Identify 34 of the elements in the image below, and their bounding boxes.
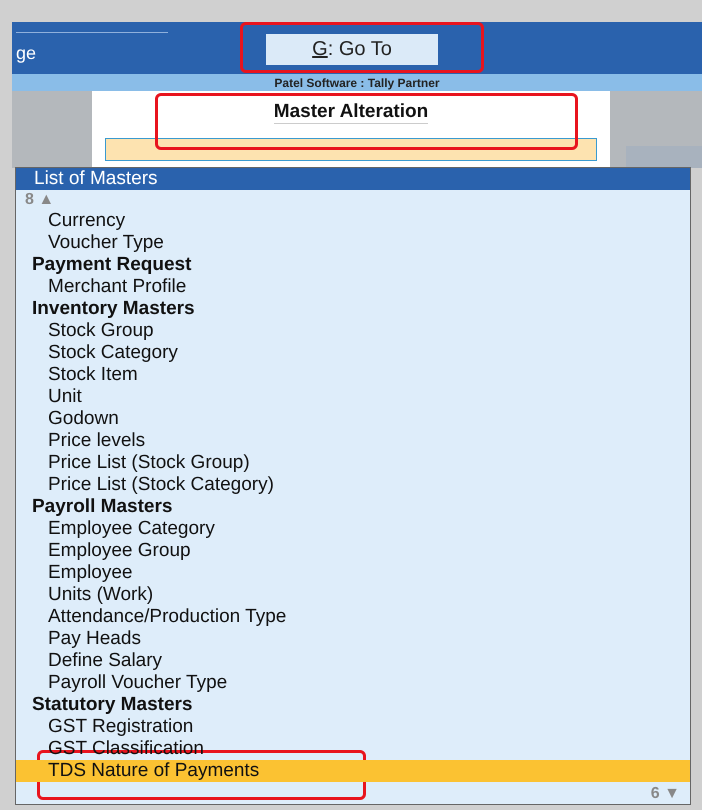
list-item[interactable]: Price List (Stock Group) xyxy=(16,452,690,474)
list-group-heading: Inventory Masters xyxy=(31,298,196,320)
goto-button[interactable]: G: Go To xyxy=(266,34,438,64)
list-group-heading: Statutory Masters xyxy=(31,694,194,716)
list-item[interactable]: Stock Item xyxy=(16,364,690,386)
list-group-heading: Payroll Masters xyxy=(31,496,174,518)
list-title: List of Masters xyxy=(16,168,690,190)
list-item[interactable]: Define Salary xyxy=(16,650,690,672)
list-item[interactable]: Voucher Type xyxy=(16,232,690,254)
menu-text: ge xyxy=(16,43,38,64)
list-item[interactable]: TDS Nature of Payments xyxy=(16,760,690,782)
list-item[interactable]: Stock Group xyxy=(16,320,690,342)
scroll-down-icon: ▼ xyxy=(664,785,680,802)
list-group-heading: Payment Request xyxy=(31,254,192,276)
scroll-up-icon: ▲ xyxy=(38,191,54,208)
list-item[interactable]: Merchant Profile xyxy=(16,276,690,298)
list-item[interactable]: Price levels xyxy=(16,430,690,452)
more-above-count: 8 xyxy=(25,191,34,208)
company-name: Patel Software : Tally Partner xyxy=(274,76,440,90)
list-item[interactable]: Employee xyxy=(16,562,690,584)
list-item[interactable]: Employee Group xyxy=(16,540,690,562)
more-below-count: 6 xyxy=(650,785,660,802)
list-item[interactable]: Units (Work) xyxy=(16,584,690,606)
list-item[interactable]: GST Registration xyxy=(16,716,690,738)
list-item[interactable]: Stock Category xyxy=(16,342,690,364)
panel-title: Master Alteration xyxy=(274,101,428,124)
list-item[interactable]: Pay Heads xyxy=(16,628,690,650)
list-item[interactable]: Attendance/Production Type xyxy=(16,606,690,628)
list-item[interactable]: Employee Category xyxy=(16,518,690,540)
list-item[interactable]: Currency xyxy=(16,210,690,232)
list-item[interactable]: Godown xyxy=(16,408,690,430)
list-item[interactable]: Payroll Voucher Type xyxy=(16,672,690,694)
list-item[interactable]: Price List (Stock Category) xyxy=(16,474,690,496)
list-item[interactable]: Unit xyxy=(16,386,690,408)
